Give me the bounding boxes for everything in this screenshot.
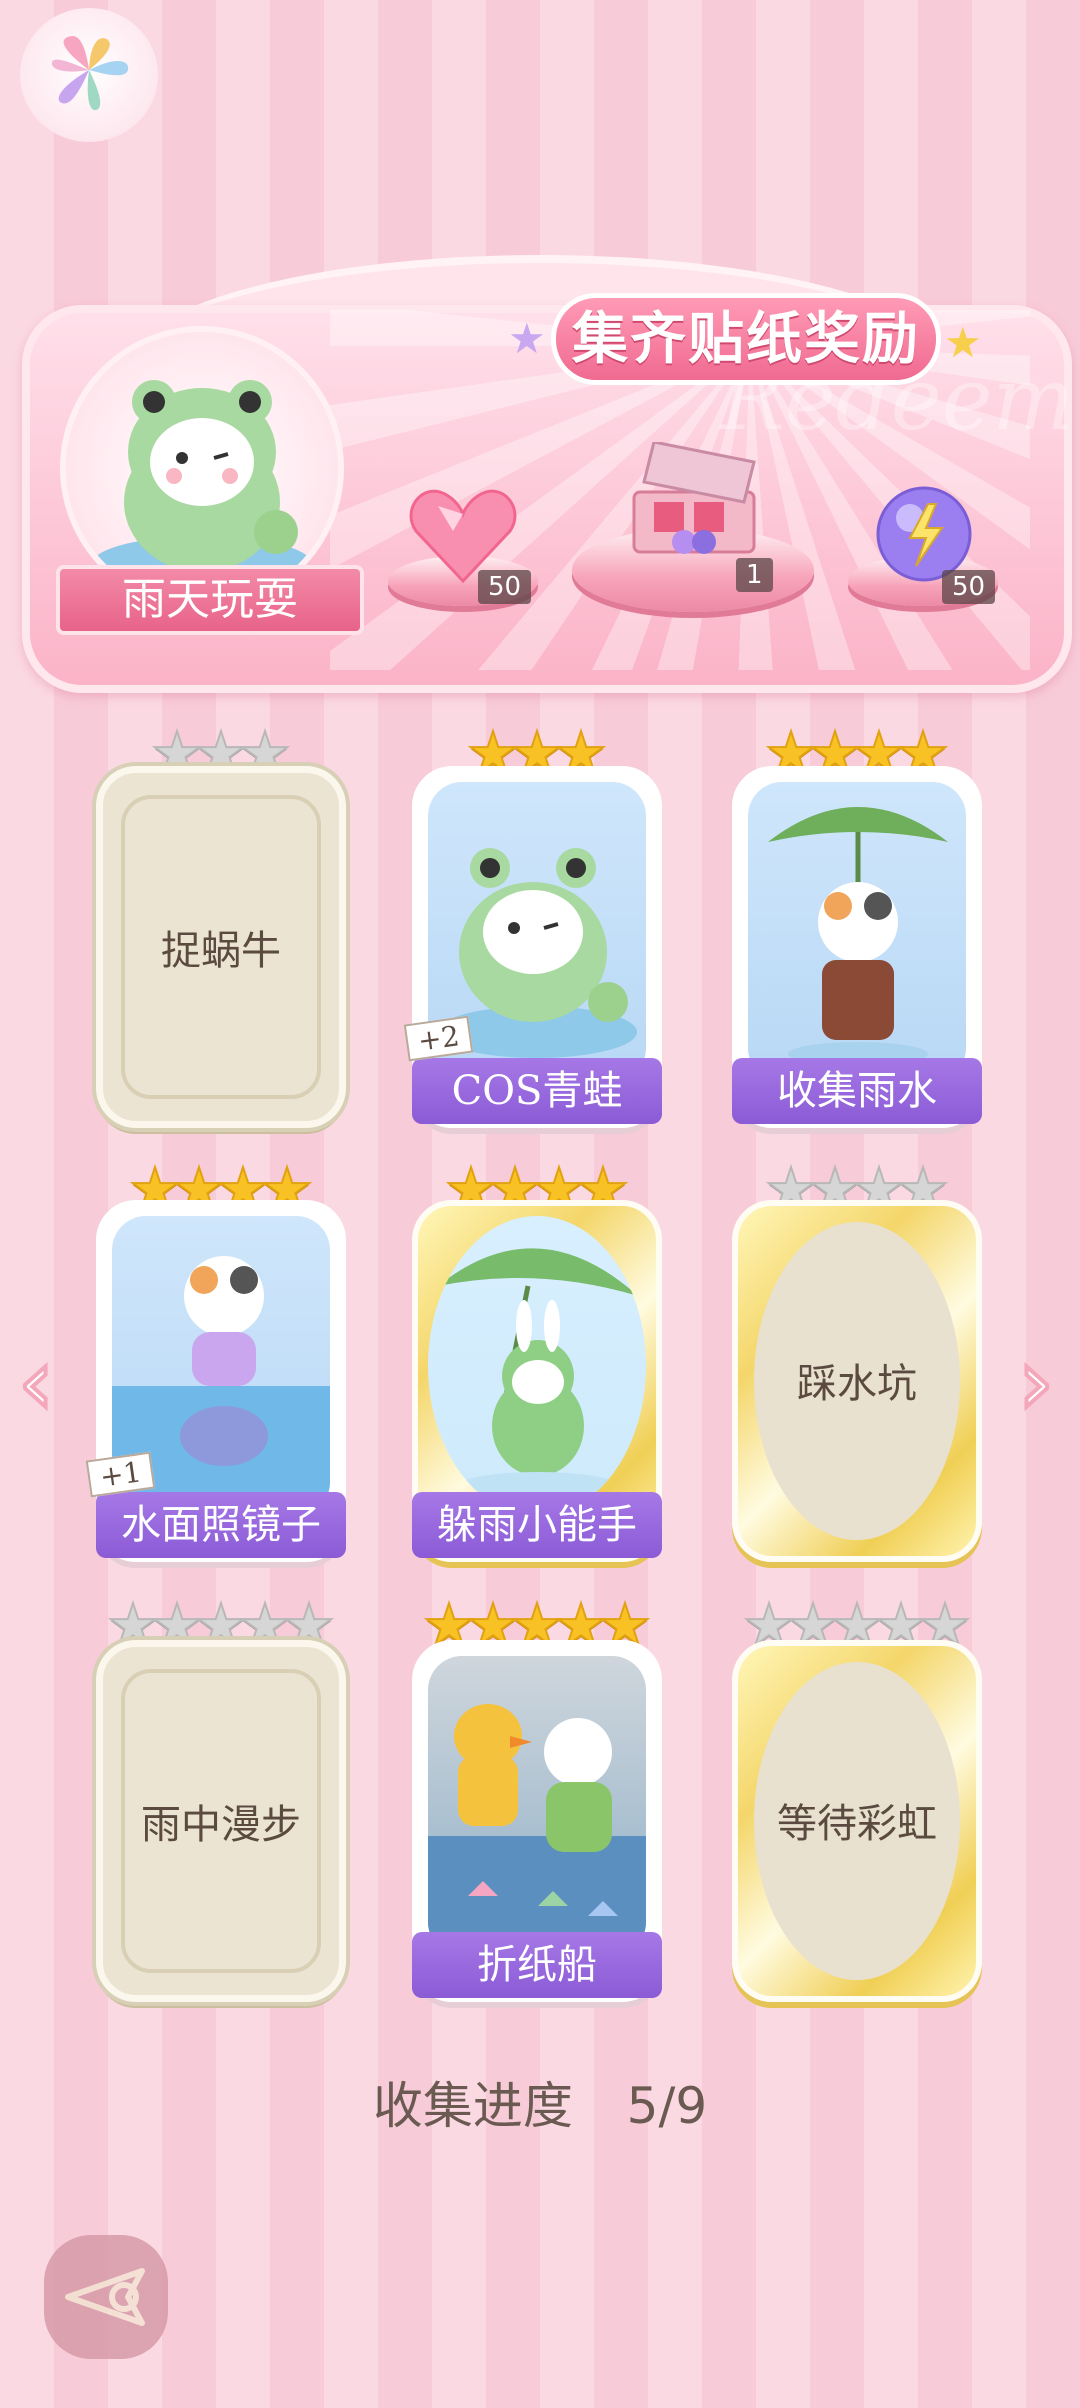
progress-label: 收集进度	[372, 2077, 573, 2135]
sticker-card[interactable]: 折纸船	[412, 1640, 662, 2002]
star-deco-icon: ★	[944, 318, 982, 367]
prev-page-arrow-icon[interactable]: ‹	[16, 1328, 56, 1437]
theme-portrait	[66, 332, 338, 604]
sticker-card[interactable]: 收集雨水	[732, 766, 982, 1128]
banner-title: 集齐贴纸奖励	[556, 298, 936, 380]
sticker-card[interactable]: 等待彩虹	[732, 1640, 982, 2002]
back-button[interactable]	[44, 2235, 168, 2359]
frog-cat-icon	[92, 380, 312, 592]
card-title: 收集雨水	[732, 1058, 982, 1124]
card-title: 捉蜗牛	[161, 928, 281, 974]
back-arrow-icon	[65, 2268, 145, 2326]
card-title: COS青蛙	[412, 1058, 662, 1124]
cat-leaf-umbrella-icon	[768, 807, 948, 1066]
card-image	[428, 1656, 646, 1956]
bunny-frog-icon	[438, 1248, 638, 1500]
duck-bear-boats-icon	[428, 1704, 646, 1956]
reward-count: 1	[736, 558, 773, 592]
sticker-card[interactable]: 水面照镜子	[96, 1200, 346, 1562]
gift-box-icon	[624, 440, 764, 566]
app-logo[interactable]	[20, 8, 158, 142]
card-title: 躲雨小能手	[412, 1492, 662, 1558]
reward-count: 50	[942, 570, 996, 604]
card-title: 雨中漫步	[141, 1802, 301, 1848]
theme-label: 雨天玩耍	[56, 565, 364, 635]
card-image	[748, 782, 966, 1082]
card-title: 等待彩虹	[777, 1801, 937, 1847]
sticker-card[interactable]: 踩水坑	[732, 1200, 982, 1562]
reward-count: 50	[478, 570, 532, 604]
collection-progress: 收集进度 5/9	[0, 2066, 1080, 2138]
card-title: 踩水坑	[797, 1361, 917, 1407]
sticker-card[interactable]: COS青蛙	[412, 766, 662, 1128]
sticker-card[interactable]: 雨中漫步	[96, 1640, 346, 2002]
card-title: 水面照镜子	[96, 1492, 346, 1558]
sticker-card[interactable]: 捉蜗牛	[96, 766, 346, 1128]
next-page-arrow-icon[interactable]: ›	[1016, 1328, 1056, 1437]
sticker-card[interactable]: 躲雨小能手	[412, 1200, 662, 1562]
progress-value: 5/9	[626, 2077, 708, 2135]
card-image	[428, 1216, 646, 1516]
star-deco-icon: ★	[508, 314, 546, 363]
card-title: 折纸船	[412, 1932, 662, 1998]
